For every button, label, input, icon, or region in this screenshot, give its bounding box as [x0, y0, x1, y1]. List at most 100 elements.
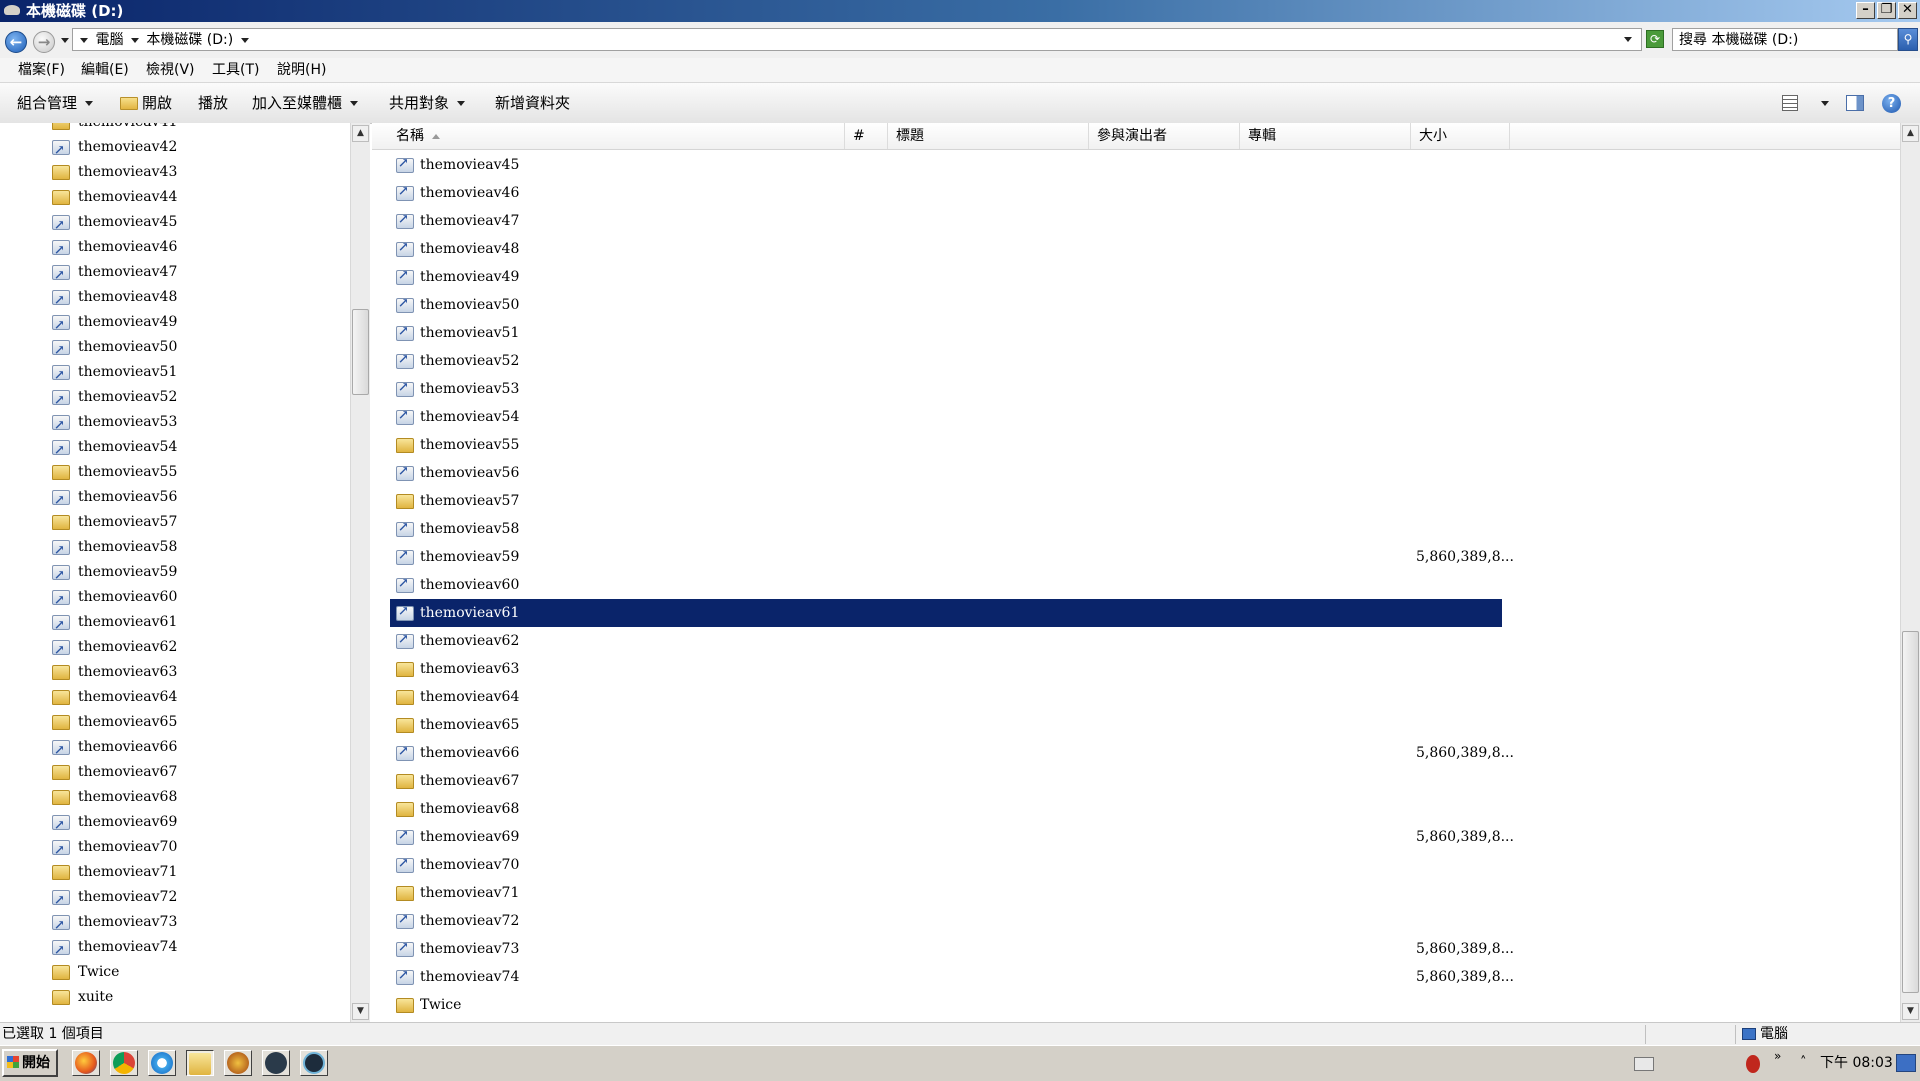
- link-icon: [396, 604, 414, 621]
- tray-expand-icon[interactable]: ˄: [1800, 1054, 1807, 1072]
- file-row[interactable]: Twice: [390, 991, 1502, 1019]
- minimize-button[interactable]: –: [1856, 2, 1875, 19]
- chevron-down-icon[interactable]: [240, 37, 249, 43]
- share-with-button[interactable]: 共用對象: [389, 93, 468, 113]
- file-row[interactable]: themovieav66 5,860,389,8...: [390, 739, 1514, 767]
- new-folder-button[interactable]: 新增資料夾: [495, 93, 570, 113]
- search-icon[interactable]: ⚲: [1898, 28, 1918, 51]
- refresh-button[interactable]: ⟳: [1646, 30, 1664, 48]
- file-row[interactable]: themovieav70: [390, 851, 1502, 879]
- file-row[interactable]: themovieav64: [390, 683, 1502, 711]
- file-row[interactable]: themovieav57: [390, 487, 1502, 515]
- keyboard-icon[interactable]: [1634, 1057, 1654, 1071]
- file-row[interactable]: themovieav45: [390, 151, 1502, 179]
- file-row[interactable]: themovieav69 5,860,389,8...: [390, 823, 1514, 851]
- show-more-icon[interactable]: »: [1774, 1050, 1781, 1062]
- file-row[interactable]: themovieav53: [390, 375, 1502, 403]
- recent-pages-dropdown-icon[interactable]: [61, 38, 69, 43]
- breadcrumb-computer[interactable]: 電腦: [95, 32, 123, 48]
- view-options-dropdown-icon[interactable]: [1821, 101, 1829, 106]
- file-icon-wrap: [396, 879, 414, 907]
- column-number[interactable]: #: [845, 123, 888, 149]
- taskbar-app-6[interactable]: [262, 1050, 290, 1076]
- address-bar[interactable]: 電腦 本機磁碟 (D:): [72, 28, 1642, 51]
- add-to-library-label: 加入至媒體櫃: [252, 94, 343, 112]
- address-history-dropdown-icon[interactable]: [1624, 37, 1632, 42]
- file-row[interactable]: themovieav72: [390, 907, 1502, 935]
- file-row[interactable]: themovieav50: [390, 291, 1502, 319]
- forward-button[interactable]: →: [33, 31, 55, 53]
- column-contributing-artists[interactable]: 參與演出者: [1089, 123, 1240, 149]
- column-album[interactable]: 專輯: [1240, 123, 1411, 149]
- file-row[interactable]: themovieav74 5,860,389,8...: [390, 963, 1514, 991]
- menu-help[interactable]: 說明(H): [277, 61, 326, 79]
- file-row[interactable]: themovieav71: [390, 879, 1502, 907]
- column-size[interactable]: 大小: [1411, 123, 1510, 149]
- help-icon[interactable]: ?: [1882, 94, 1901, 113]
- file-list-scrollbar[interactable]: ▲ ▼: [1900, 123, 1920, 1022]
- file-scroll-up-button[interactable]: ▲: [1902, 125, 1919, 142]
- file-row[interactable]: themovieav62: [390, 627, 1502, 655]
- nav-scrollbar[interactable]: ▲ ▼: [350, 123, 370, 1022]
- file-size: 5,860,389,8...: [1416, 941, 1514, 957]
- file-row[interactable]: themovieav54: [390, 403, 1502, 431]
- show-desktop-icon[interactable]: [1896, 1054, 1916, 1072]
- status-divider: [1735, 1025, 1736, 1044]
- column-name[interactable]: 名稱: [386, 123, 845, 149]
- view-details-icon[interactable]: [1782, 95, 1798, 111]
- menu-view[interactable]: 檢視(V): [146, 61, 195, 79]
- file-scrollbar-thumb[interactable]: [1902, 631, 1919, 993]
- file-row[interactable]: themovieav59 5,860,389,8...: [390, 543, 1514, 571]
- file-row[interactable]: themovieav65: [390, 711, 1502, 739]
- restore-button[interactable]: ❐: [1877, 2, 1896, 19]
- file-name: themovieav55: [420, 437, 520, 453]
- clock[interactable]: 下午 08:03: [1820, 1054, 1893, 1072]
- file-name: themovieav69: [420, 829, 520, 845]
- nav-scrollbar-thumb[interactable]: [352, 309, 369, 395]
- back-button[interactable]: ←: [5, 31, 27, 53]
- file-row-selected[interactable]: themovieav61: [390, 599, 1502, 627]
- file-scroll-down-button[interactable]: ▼: [1902, 1003, 1919, 1020]
- file-row[interactable]: themovieav63: [390, 655, 1502, 683]
- play-button[interactable]: 播放: [198, 93, 228, 113]
- open-button[interactable]: 開啟: [120, 93, 172, 113]
- organize-button[interactable]: 組合管理: [17, 93, 96, 113]
- taskbar-app-5[interactable]: [224, 1050, 252, 1076]
- file-name: themovieav50: [420, 297, 520, 313]
- preview-pane-icon[interactable]: [1846, 95, 1864, 111]
- taskbar-app-7[interactable]: [300, 1050, 328, 1076]
- taskbar-firefox[interactable]: [72, 1050, 100, 1076]
- file-row[interactable]: themovieav48: [390, 235, 1502, 263]
- link-icon: [52, 563, 70, 588]
- file-row[interactable]: themovieav67: [390, 767, 1502, 795]
- file-row[interactable]: themovieav52: [390, 347, 1502, 375]
- taskbar-ie[interactable]: [148, 1050, 176, 1076]
- file-row[interactable]: themovieav56: [390, 459, 1502, 487]
- menu-file[interactable]: 檔案(F): [18, 61, 65, 79]
- file-row[interactable]: themovieav73 5,860,389,8...: [390, 935, 1514, 963]
- taskbar-explorer[interactable]: [186, 1050, 214, 1076]
- add-to-library-button[interactable]: 加入至媒體櫃: [252, 93, 361, 113]
- search-input[interactable]: 搜尋 本機磁碟 (D:): [1672, 28, 1898, 51]
- file-row[interactable]: themovieav58: [390, 515, 1502, 543]
- file-row[interactable]: themovieav51: [390, 319, 1502, 347]
- breadcrumb-drive[interactable]: 本機磁碟 (D:): [146, 32, 233, 48]
- link-icon: [396, 296, 414, 313]
- taskbar-chrome[interactable]: [110, 1050, 138, 1076]
- file-row[interactable]: themovieav55: [390, 431, 1502, 459]
- chevron-down-icon[interactable]: [130, 37, 139, 43]
- nav-scroll-down-button[interactable]: ▼: [352, 1003, 369, 1020]
- start-button[interactable]: 開始: [2, 1049, 58, 1077]
- close-button[interactable]: ✕: [1898, 2, 1917, 19]
- column-name-label: 名稱: [396, 128, 424, 144]
- menu-tools[interactable]: 工具(T): [212, 61, 259, 79]
- menu-edit[interactable]: 編輯(E): [81, 61, 129, 79]
- file-row[interactable]: themovieav68: [390, 795, 1502, 823]
- file-row[interactable]: themovieav60: [390, 571, 1502, 599]
- file-row[interactable]: themovieav47: [390, 207, 1502, 235]
- file-row[interactable]: themovieav46: [390, 179, 1502, 207]
- column-title[interactable]: 標題: [888, 123, 1089, 149]
- tray-app-icon[interactable]: [1746, 1055, 1760, 1073]
- nav-scroll-up-button[interactable]: ▲: [352, 125, 369, 142]
- file-row[interactable]: themovieav49: [390, 263, 1502, 291]
